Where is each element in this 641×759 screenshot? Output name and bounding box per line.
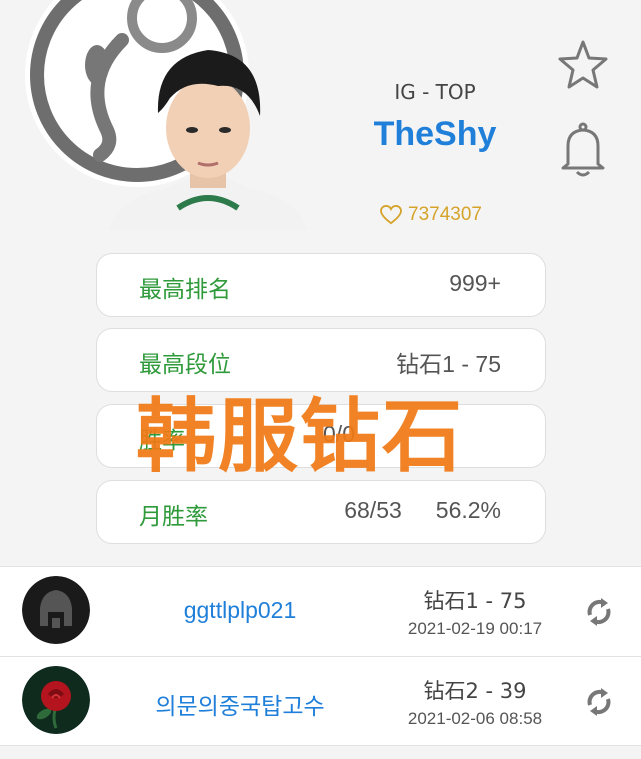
stat-label: 月胜率 [139,504,208,530]
monthly-record: 68/53 [344,497,402,523]
stat-card-highest-ranking: 最高排名 999+ [96,253,546,317]
account-timestamp: 2021-02-06 08:58 [407,709,543,728]
stat-card-monthly-win-rate: 月胜率 68/53 56.2% [96,480,546,544]
watermark-overlay: 韩服钻石 [136,390,464,483]
account-timestamp: 2021-02-19 00:17 [407,619,543,638]
stat-value: 999+ [449,270,501,296]
refresh-icon[interactable] [582,595,616,629]
favorite-star-icon[interactable] [556,38,610,92]
account-row[interactable]: ggttlplp021 钻石1 - 75 2021-02-19 00:17 [0,566,641,656]
account-rank: 钻石2 - 39 [423,679,527,703]
stat-label: 最高排名 [139,277,231,303]
player-profile: IG - TOP TheShy 7374307 最高排名 999+ 最高段位 钻… [0,0,641,565]
spartan-helmet-icon [22,576,90,644]
account-list: ggttlplp021 钻石1 - 75 2021-02-19 00:17 의문… [0,566,641,746]
account-name[interactable]: 의문의중국탑고수 [120,687,360,721]
notification-bell-icon[interactable] [558,122,608,178]
team-role: IG - TOP [394,80,476,104]
account-row[interactable]: 의문의중국탑고수 钻石2 - 39 2021-02-06 08:58 [0,656,641,746]
monthly-percentage: 56.2% [435,497,501,523]
rose-icon [22,666,90,734]
heart-icon [380,205,402,225]
player-name: TheShy [373,115,497,153]
account-rank: 钻石1 - 75 [423,589,527,613]
likes-count[interactable]: 7374307 [380,204,482,226]
refresh-icon[interactable] [582,685,616,719]
likes-value: 7374307 [408,204,482,225]
player-photo [108,50,308,230]
stat-value: 68/53 56.2% [344,497,501,524]
account-name[interactable]: ggttlplp021 [120,597,360,624]
